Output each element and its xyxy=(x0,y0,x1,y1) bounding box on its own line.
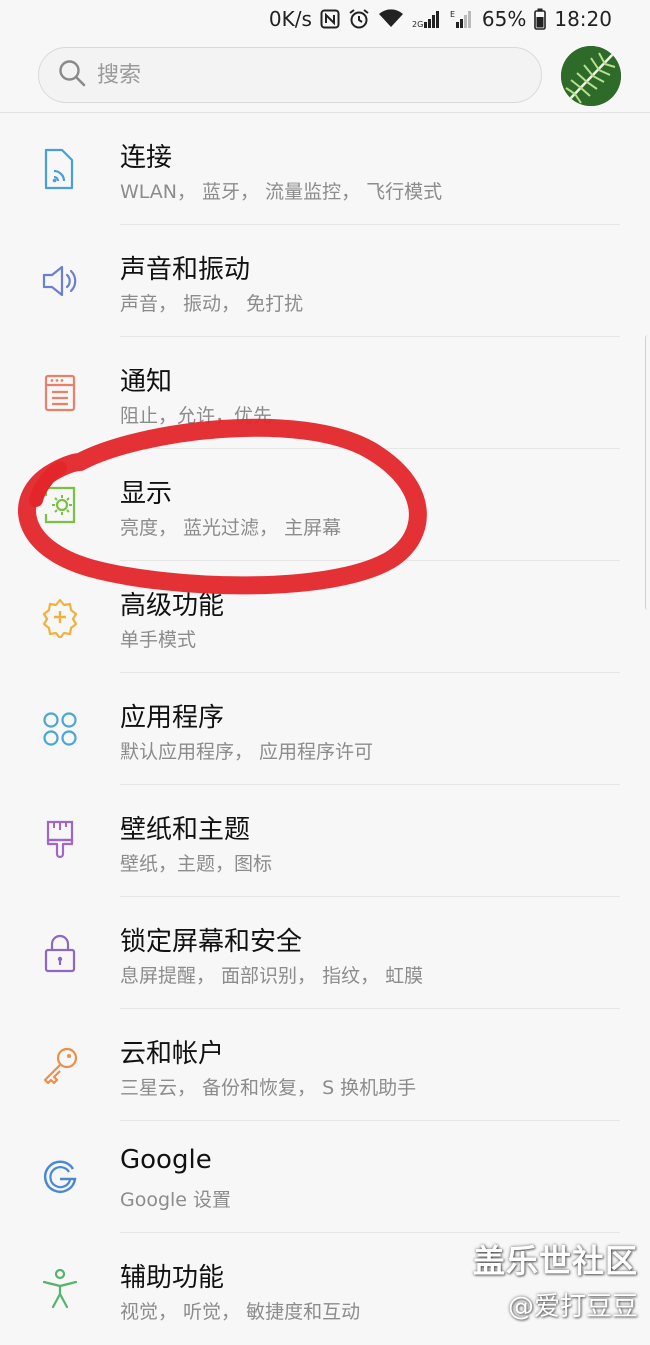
watermark-username: @爱打豆豆 xyxy=(507,1292,638,1322)
search-input[interactable] xyxy=(95,61,499,89)
settings-item-title: 壁纸和主题 xyxy=(120,815,251,845)
svg-text:2G: 2G xyxy=(412,20,423,29)
google-icon xyxy=(38,1155,82,1199)
watermark: 盖乐世社区 @爱打豆豆 xyxy=(473,1236,638,1323)
signal-2g-icon: 2G xyxy=(412,8,442,30)
search-icon xyxy=(57,58,87,92)
settings-item-sound[interactable]: 声音和振动 声音， 振动， 免打扰 xyxy=(0,225,650,337)
apps-icon xyxy=(38,707,82,751)
settings-item-subtitle: 息屏提醒， 面部识别， 指纹， 虹膜 xyxy=(120,965,424,987)
advanced-features-icon xyxy=(38,595,82,639)
notification-icon xyxy=(38,371,82,415)
settings-item-advanced-features[interactable]: 高级功能 单手模式 xyxy=(0,561,650,673)
settings-item-subtitle: 阻止，允许，优先 xyxy=(120,405,273,427)
key-icon xyxy=(38,1043,82,1087)
settings-item-subtitle: WLAN， 蓝牙， 流量监控， 飞行模式 xyxy=(120,181,443,203)
brush-icon xyxy=(38,819,82,863)
settings-item-subtitle: 声音， 振动， 免打扰 xyxy=(120,293,304,315)
nfc-icon xyxy=(320,8,340,30)
settings-item-subtitle: 亮度， 蓝光过滤， 主屏幕 xyxy=(120,517,342,539)
settings-item-title: 高级功能 xyxy=(120,591,225,621)
settings-item-title: 声音和振动 xyxy=(120,255,251,285)
profile-avatar[interactable] xyxy=(561,46,621,106)
status-bar: 0K/s 2G E 65% 18:20 xyxy=(0,0,650,38)
settings-item-cloud-accounts[interactable]: 云和帐户 三星云， 备份和恢复， S 换机助手 xyxy=(0,1009,650,1121)
net-speed: 0K/s xyxy=(268,7,312,31)
battery-icon xyxy=(534,8,547,30)
settings-item-title: 通知 xyxy=(120,367,173,397)
settings-item-title: 显示 xyxy=(120,479,173,509)
settings-item-subtitle: 壁纸，主题，图标 xyxy=(120,853,273,875)
alarm-icon xyxy=(348,8,370,30)
settings-item-subtitle: 默认应用程序， 应用程序许可 xyxy=(120,741,374,763)
clock: 18:20 xyxy=(554,7,612,31)
settings-item-title: Google xyxy=(120,1145,212,1175)
settings-item-title: 云和帐户 xyxy=(120,1039,225,1069)
connections-icon xyxy=(38,147,82,191)
settings-item-notifications[interactable]: 通知 阻止，允许，优先 xyxy=(0,337,650,449)
battery-percent: 65% xyxy=(481,7,527,31)
wifi-icon xyxy=(378,8,404,30)
settings-item-apps[interactable]: 应用程序 默认应用程序， 应用程序许可 xyxy=(0,673,650,785)
settings-item-subtitle: 单手模式 xyxy=(120,629,197,651)
settings-item-subtitle: Google 设置 xyxy=(120,1189,232,1211)
settings-list: 连接 WLAN， 蓝牙， 流量监控， 飞行模式 声音和振动 声音， 振动， 免打… xyxy=(0,113,650,1345)
settings-item-title: 辅助功能 xyxy=(120,1263,225,1293)
settings-item-title: 应用程序 xyxy=(120,703,225,733)
settings-item-wallpapers-themes[interactable]: 壁纸和主题 壁纸，主题，图标 xyxy=(0,785,650,897)
settings-item-subtitle: 三星云， 备份和恢复， S 换机助手 xyxy=(120,1077,417,1099)
watermark-community-name: 盖乐世社区 xyxy=(472,1242,638,1280)
settings-item-lock-screen-security[interactable]: 锁定屏幕和安全 息屏提醒， 面部识别， 指纹， 虹膜 xyxy=(0,897,650,1009)
search-bar[interactable] xyxy=(38,47,542,103)
display-icon xyxy=(38,483,82,527)
settings-item-display[interactable]: 显示 亮度， 蓝光过滤， 主屏幕 xyxy=(0,449,650,561)
speaker-icon xyxy=(38,259,82,303)
settings-item-title: 连接 xyxy=(120,143,173,173)
scroll-indicator xyxy=(645,335,650,610)
settings-item-title: 锁定屏幕和安全 xyxy=(120,927,303,957)
accessibility-icon xyxy=(38,1267,82,1311)
settings-item-subtitle: 视觉， 听觉， 敏捷度和互动 xyxy=(120,1301,361,1323)
settings-item-connections[interactable]: 连接 WLAN， 蓝牙， 流量监控， 飞行模式 xyxy=(0,113,650,225)
lock-icon xyxy=(38,931,82,975)
settings-item-google[interactable]: Google Google 设置 xyxy=(0,1121,650,1233)
svg-text:E: E xyxy=(450,10,455,19)
signal-e-icon: E xyxy=(450,8,474,30)
